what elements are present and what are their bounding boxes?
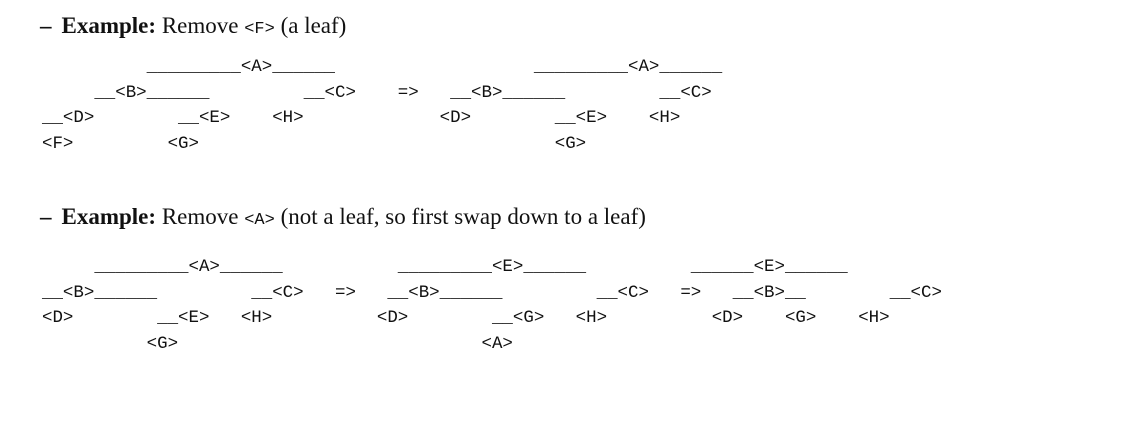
example-text-remove: Remove bbox=[161, 13, 239, 38]
diagram-line: <F> <G> <G> bbox=[42, 133, 587, 154]
bullet-dash: – bbox=[40, 204, 52, 229]
bullet-dash: – bbox=[40, 13, 52, 38]
example-text-note: (a leaf) bbox=[280, 13, 347, 38]
diagram-line: _________<A>______ _________<A>______ bbox=[42, 57, 723, 77]
example-node-code: <F> bbox=[244, 20, 275, 39]
tree-diagram-2: _________<A>______ _________<E>______ __… bbox=[42, 255, 942, 357]
diagram-line: <D> __<E> <H> <D> __<G> <H> <D> <G> <H> bbox=[42, 308, 890, 328]
diagram-line: __<D> __<E> <H> <D> __<E> <H> bbox=[42, 108, 681, 128]
example-label: Example: bbox=[61, 204, 157, 229]
example-2-heading: – Example: Remove <A> (not a leaf, so fir… bbox=[40, 205, 646, 229]
example-1-heading: – Example: Remove <F> (a leaf) bbox=[40, 14, 346, 38]
tree-diagram-1: _________<A>______ _________<A>______ __… bbox=[42, 55, 722, 157]
diagram-line: __<B>______ __<C> => __<B>______ __<C> =… bbox=[42, 282, 942, 303]
diagram-line: _________<A>______ _________<E>______ __… bbox=[42, 257, 848, 277]
example-label: Example: bbox=[61, 13, 157, 38]
example-text-remove: Remove bbox=[161, 204, 239, 229]
example-text-note: (not a leaf, so first swap down to a lea… bbox=[280, 204, 646, 229]
diagram-line: __<B>______ __<C> => __<B>______ __<C> bbox=[42, 82, 712, 103]
diagram-line: <G> <A> bbox=[42, 333, 513, 354]
example-node-code: <A> bbox=[244, 211, 275, 230]
